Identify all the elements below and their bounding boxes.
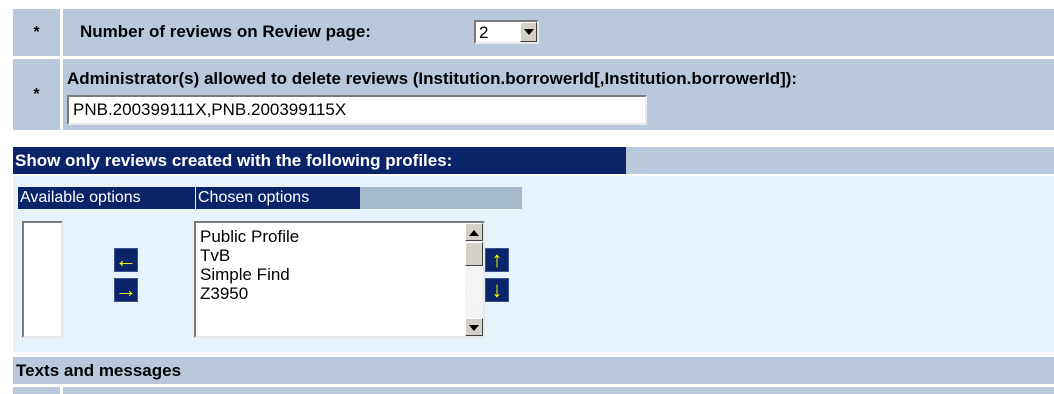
reviews-per-page-select[interactable]: 2 bbox=[474, 20, 539, 44]
scroll-down-button[interactable] bbox=[465, 318, 483, 336]
available-options-list[interactable] bbox=[22, 221, 63, 338]
move-left-button[interactable]: ← bbox=[114, 248, 138, 272]
chosen-options-header-fill bbox=[360, 187, 522, 209]
arrow-left-icon: ← bbox=[115, 247, 137, 272]
texts-messages-header: Texts and messages bbox=[13, 357, 1054, 384]
available-options-header: Available options bbox=[18, 187, 195, 209]
list-item[interactable]: Simple Find bbox=[196, 265, 299, 284]
chosen-options-header: Chosen options bbox=[196, 187, 360, 209]
move-up-button[interactable]: ↑ bbox=[485, 248, 509, 272]
reviews-per-page-row: * Number of reviews on Review page: 2 bbox=[0, 0, 1054, 56]
arrow-up-icon: ↑ bbox=[491, 247, 503, 272]
required-marker: * bbox=[13, 9, 60, 56]
reviews-per-page-value: 2 bbox=[479, 23, 489, 42]
list-item[interactable]: TvB bbox=[196, 246, 299, 265]
move-right-button[interactable]: → bbox=[114, 278, 138, 302]
dropdown-arrow-button[interactable] bbox=[520, 22, 537, 42]
chevron-down-icon bbox=[524, 29, 534, 35]
profiles-section-header-fill bbox=[626, 147, 1054, 174]
reviews-per-page-cell: Number of reviews on Review page: 2 bbox=[63, 9, 1054, 56]
profiles-section-title: Show only reviews created with the follo… bbox=[13, 147, 626, 174]
chevron-down-icon bbox=[469, 325, 479, 331]
required-marker: * bbox=[13, 59, 60, 130]
scroll-up-button[interactable] bbox=[465, 223, 483, 241]
chosen-options-scrollbar[interactable] bbox=[465, 223, 483, 336]
profiles-panel: Available options Chosen options ← → Pub… bbox=[13, 176, 1054, 352]
admin-delete-label: Administrator(s) allowed to delete revie… bbox=[67, 69, 798, 88]
next-row-main-cell bbox=[63, 387, 1054, 394]
chevron-up-icon bbox=[469, 230, 479, 236]
arrow-right-icon: → bbox=[115, 277, 137, 302]
admin-delete-input[interactable] bbox=[67, 95, 647, 125]
scroll-thumb[interactable] bbox=[465, 242, 483, 266]
admin-delete-cell: Administrator(s) allowed to delete revie… bbox=[63, 59, 1054, 130]
move-down-button[interactable]: ↓ bbox=[485, 278, 509, 302]
next-row-star-cell bbox=[13, 387, 60, 394]
chosen-options-list[interactable]: Public Profile TvB Simple Find Z3950 bbox=[194, 221, 485, 338]
reviews-per-page-label: Number of reviews on Review page: bbox=[80, 22, 371, 41]
arrow-down-icon: ↓ bbox=[491, 277, 503, 302]
list-item[interactable]: Public Profile bbox=[196, 227, 299, 246]
list-item[interactable]: Z3950 bbox=[196, 284, 299, 303]
